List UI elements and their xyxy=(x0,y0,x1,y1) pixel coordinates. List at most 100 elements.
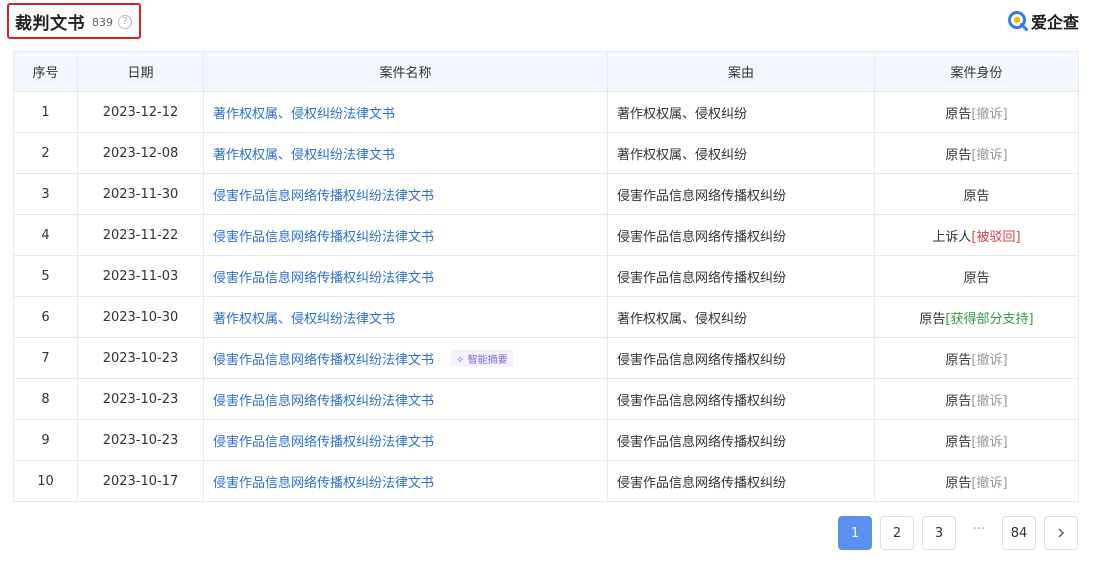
row-date: 2023-12-12 xyxy=(77,91,204,133)
row-index: 10 xyxy=(13,460,78,502)
case-cause: 著作权权属、侵权纠纷 xyxy=(607,91,875,133)
case-role: 原告 xyxy=(919,311,946,327)
column-header-index: 序号 xyxy=(13,51,78,92)
column-header-case-name: 案件名称 xyxy=(203,51,608,92)
next-page-button[interactable] xyxy=(1044,516,1078,550)
table-row: 1 2023-12-12 著作权权属、侵权纠纷法律文书 著作权权属、侵权纠纷 原告[撤诉… xyxy=(13,91,1079,133)
table-header-row: 序号 日期 案件名称 案由 案件身份 xyxy=(13,51,1079,92)
case-name-link[interactable]: 侵害作品信息网络传播权纠纷法律文书 xyxy=(213,394,434,409)
table-row: 6 2023-10-30 著作权权属、侵权纠纷法律文书 著作权权属、侵权纠纷 原告[获得… xyxy=(13,296,1079,338)
page-button-3[interactable]: 3 xyxy=(922,516,956,550)
column-header-date: 日期 xyxy=(77,51,204,92)
case-name-link[interactable]: 侵害作品信息网络传播权纠纷法律文书 xyxy=(213,435,434,450)
table-row: 9 2023-10-23 侵害作品信息网络传播权纠纷法律文书 侵害作品信息网络传播权纠… xyxy=(13,419,1079,461)
case-name-link[interactable]: 侵害作品信息网络传播权纠纷法律文书 xyxy=(213,476,434,491)
row-index: 2 xyxy=(13,132,78,174)
case-name-cell: 侵害作品信息网络传播权纠纷法律文书 xyxy=(203,214,608,256)
case-status: [撤诉] xyxy=(971,475,1008,491)
row-index: 8 xyxy=(13,378,78,420)
case-role: 原告 xyxy=(945,147,972,163)
table-row: 2 2023-12-08 著作权权属、侵权纠纷法律文书 著作权权属、侵权纠纷 原告[撤诉… xyxy=(13,132,1079,174)
case-role-cell: 原告[撤诉] xyxy=(874,337,1079,379)
case-role-cell: 原告[撤诉] xyxy=(874,132,1079,174)
row-date: 2023-10-23 xyxy=(77,378,204,420)
case-name-cell: 侵害作品信息网络传播权纠纷法律文书 xyxy=(203,378,608,420)
case-role: 原告 xyxy=(963,188,990,204)
case-cause: 侵害作品信息网络传播权纠纷 xyxy=(607,460,875,502)
case-cause: 侵害作品信息网络传播权纠纷 xyxy=(607,378,875,420)
row-index: 4 xyxy=(13,214,78,256)
case-status: [获得部分支持] xyxy=(945,311,1034,327)
case-name-link[interactable]: 著作权权属、侵权纠纷法律文书 xyxy=(213,107,395,122)
case-cause: 著作权权属、侵权纠纷 xyxy=(607,132,875,174)
table-row: 10 2023-10-17 侵害作品信息网络传播权纠纷法律文书 侵害作品信息网络传播权… xyxy=(13,460,1079,502)
section-title-highlight: 裁判文书 839 ? xyxy=(7,3,141,39)
case-name-link[interactable]: 著作权权属、侵权纠纷法律文书 xyxy=(213,312,395,327)
case-name-link[interactable]: 侵害作品信息网络传播权纠纷法律文书 xyxy=(213,353,434,368)
case-cause: 侵害作品信息网络传播权纠纷 xyxy=(607,173,875,215)
ai-summary-label: 智能摘要 xyxy=(467,354,508,366)
page-button-2[interactable]: 2 xyxy=(880,516,914,550)
case-status: [撤诉] xyxy=(971,106,1008,122)
case-name-cell: 侵害作品信息网络传播权纠纷法律文书 ✧ 智能摘要 xyxy=(203,337,608,379)
case-name-link[interactable]: 侵害作品信息网络传播权纠纷法律文书 xyxy=(213,271,434,286)
row-index: 6 xyxy=(13,296,78,338)
section-header: 裁判文书 839 ? 爱企查 xyxy=(0,0,1107,44)
record-count: 839 xyxy=(92,16,113,29)
case-role-cell: 原告[获得部分支持] xyxy=(874,296,1079,338)
row-date: 2023-10-23 xyxy=(77,337,204,379)
case-role-cell: 原告[撤诉] xyxy=(874,91,1079,133)
case-role: 原告 xyxy=(945,393,972,409)
ai-summary-tag[interactable]: ✧ 智能摘要 xyxy=(451,349,513,367)
section-title: 裁判文书 xyxy=(15,13,85,34)
case-role-cell: 原告[撤诉] xyxy=(874,378,1079,420)
case-role-cell: 原告[撤诉] xyxy=(874,460,1079,502)
row-index: 5 xyxy=(13,255,78,297)
case-status: [被驳回] xyxy=(971,229,1021,245)
page-ellipsis[interactable]: ··· xyxy=(964,516,994,550)
page-button-1[interactable]: 1 xyxy=(838,516,872,550)
case-name-cell: 著作权权属、侵权纠纷法律文书 xyxy=(203,91,608,133)
case-name-cell: 著作权权属、侵权纠纷法律文书 xyxy=(203,296,608,338)
row-date: 2023-12-08 xyxy=(77,132,204,174)
sparkle-icon: ✧ xyxy=(456,354,468,366)
case-status: [撤诉] xyxy=(971,147,1008,163)
row-index: 9 xyxy=(13,419,78,461)
row-date: 2023-11-30 xyxy=(77,173,204,215)
case-cause: 侵害作品信息网络传播权纠纷 xyxy=(607,419,875,461)
judgment-documents-table: 序号 日期 案件名称 案由 案件身份 1 2023-12-12 著作权权属、侵权纠纷… xyxy=(13,51,1079,502)
row-date: 2023-10-23 xyxy=(77,419,204,461)
case-role: 原告 xyxy=(945,352,972,368)
help-icon[interactable]: ? xyxy=(118,15,132,29)
case-status: [撤诉] xyxy=(971,352,1008,368)
table-row: 3 2023-11-30 侵害作品信息网络传播权纠纷法律文书 侵害作品信息网络传播权纠… xyxy=(13,173,1079,215)
case-name-link[interactable]: 侵害作品信息网络传播权纠纷法律文书 xyxy=(213,230,434,245)
table-row: 4 2023-11-22 侵害作品信息网络传播权纠纷法律文书 侵害作品信息网络传播权纠… xyxy=(13,214,1079,256)
case-cause: 侵害作品信息网络传播权纠纷 xyxy=(607,255,875,297)
table-row: 8 2023-10-23 侵害作品信息网络传播权纠纷法律文书 侵害作品信息网络传播权纠… xyxy=(13,378,1079,420)
row-date: 2023-10-30 xyxy=(77,296,204,338)
case-name-cell: 侵害作品信息网络传播权纠纷法律文书 xyxy=(203,460,608,502)
case-role-cell: 原告[撤诉] xyxy=(874,419,1079,461)
case-role: 原告 xyxy=(945,106,972,122)
column-header-case-role: 案件身份 xyxy=(874,51,1079,92)
brand-q-icon xyxy=(1007,11,1028,31)
case-name-link[interactable]: 侵害作品信息网络传播权纠纷法律文书 xyxy=(213,189,434,204)
row-date: 2023-10-17 xyxy=(77,460,204,502)
case-name-cell: 侵害作品信息网络传播权纠纷法律文书 xyxy=(203,419,608,461)
case-status: [撤诉] xyxy=(971,434,1008,450)
brand-name: 爱企查 xyxy=(1030,13,1079,32)
case-status: [撤诉] xyxy=(971,393,1008,409)
case-name-link[interactable]: 著作权权属、侵权纠纷法律文书 xyxy=(213,148,395,163)
table-row: 7 2023-10-23 侵害作品信息网络传播权纠纷法律文书 ✧ 智能摘要 侵害作品信息… xyxy=(13,337,1079,379)
brand-logo[interactable]: 爱企查 xyxy=(1007,9,1079,33)
case-role-cell: 原告 xyxy=(874,173,1079,215)
row-date: 2023-11-03 xyxy=(77,255,204,297)
case-role: 上诉人 xyxy=(932,229,972,245)
row-date: 2023-11-22 xyxy=(77,214,204,256)
row-index: 7 xyxy=(13,337,78,379)
case-cause: 侵害作品信息网络传播权纠纷 xyxy=(607,337,875,379)
page-button-last[interactable]: 84 xyxy=(1002,516,1036,550)
row-index: 1 xyxy=(13,91,78,133)
column-header-case-cause: 案由 xyxy=(607,51,875,92)
